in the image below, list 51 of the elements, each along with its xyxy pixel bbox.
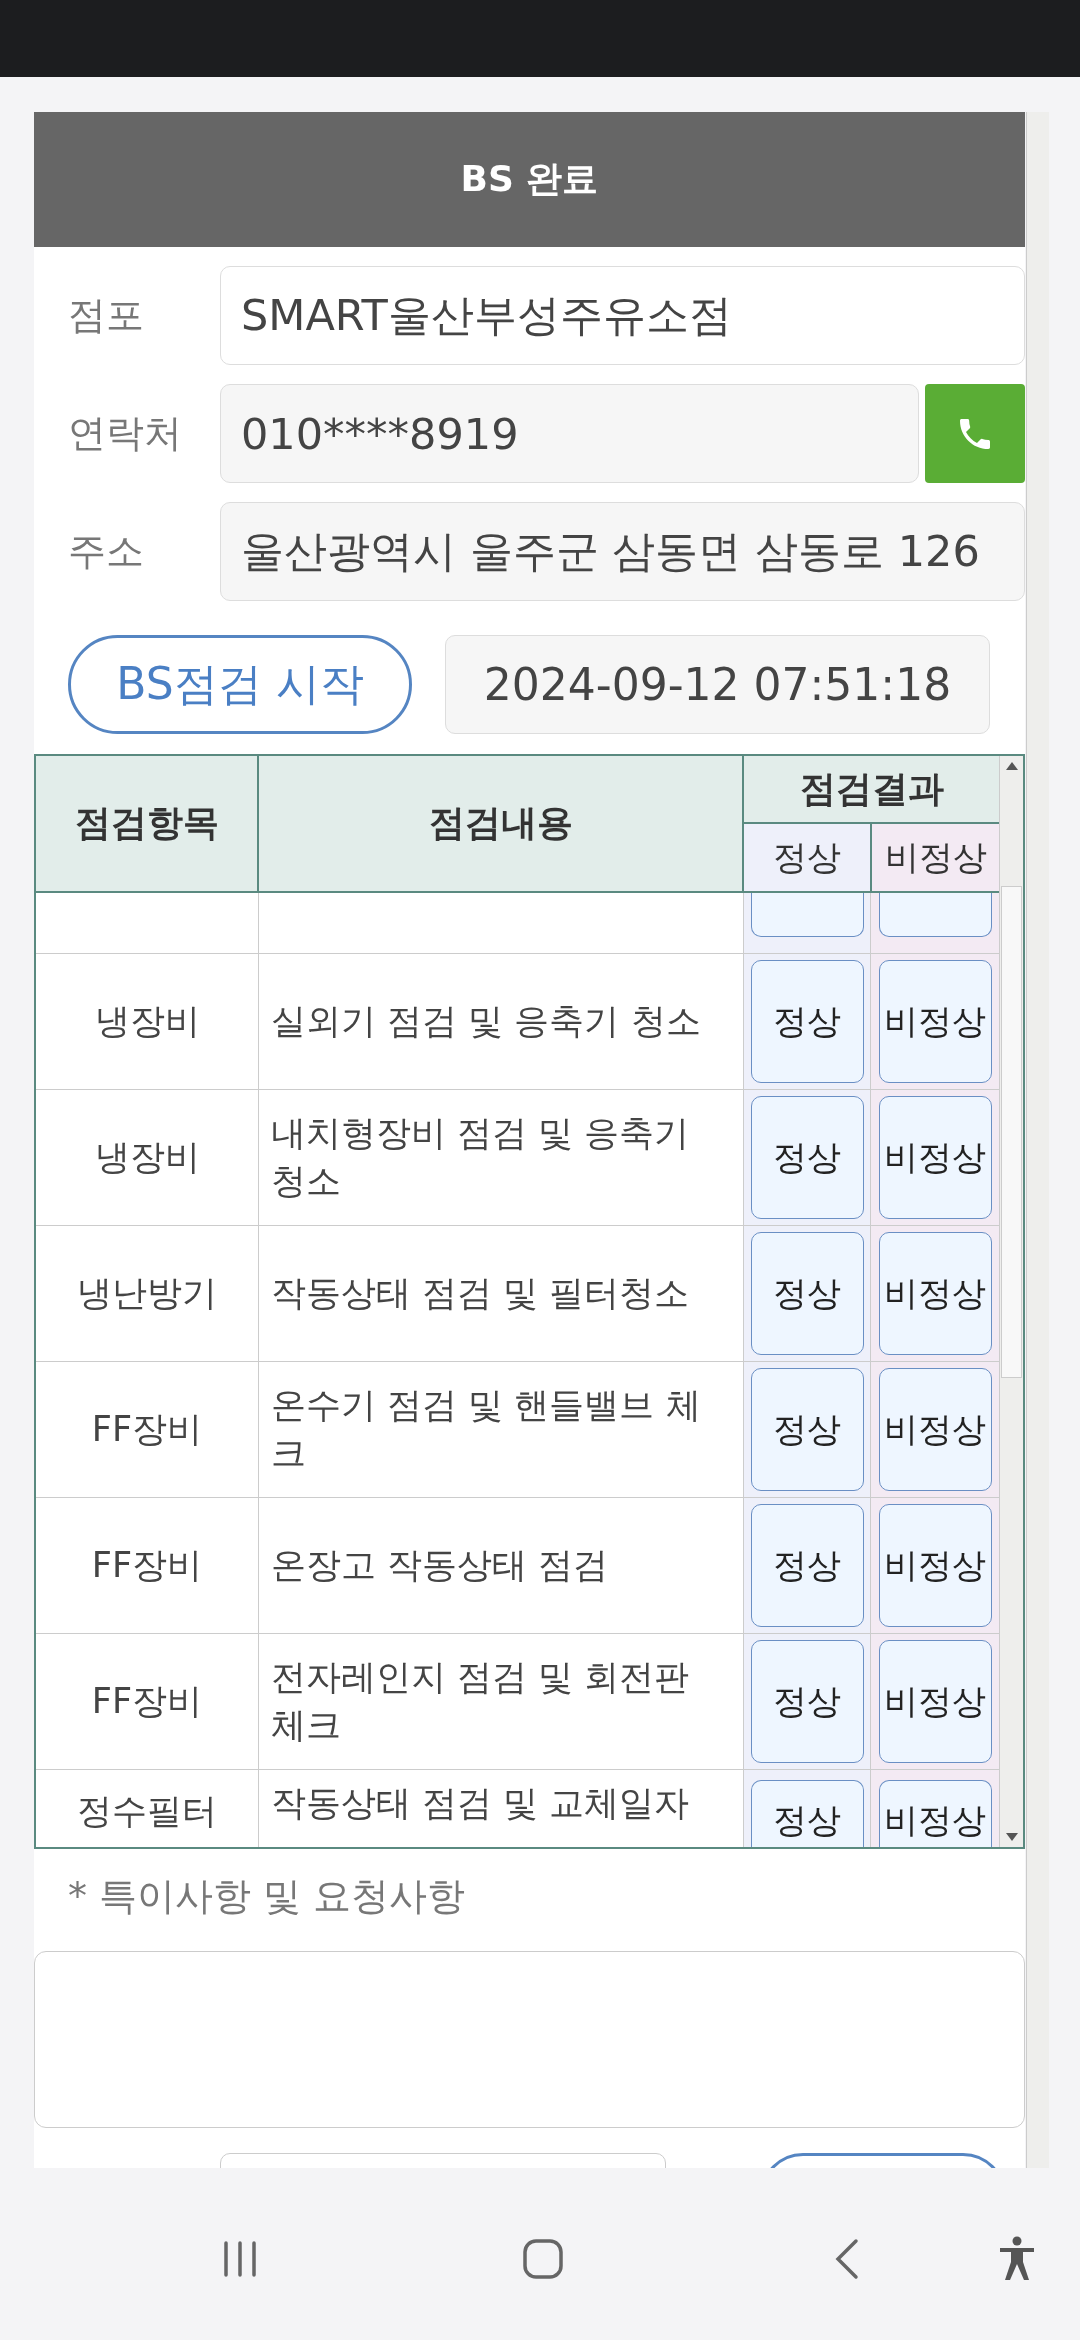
column-header: 정상 [744, 824, 872, 891]
table-cell-text: FF장비 [91, 1679, 203, 1723]
table-cell-text: 정수필터 [77, 1790, 217, 1833]
notes-label: * 특이사항 및 요청사항 [68, 1873, 467, 1920]
abnormal-button[interactable]: 비정상 [878, 1368, 992, 1491]
table-cell-text: 작동상태 점검 및 필터청소 [271, 1271, 690, 1315]
normal-button[interactable]: 정상 [750, 1232, 864, 1355]
table-cell-text: 냉장비 [94, 999, 200, 1043]
start-button[interactable]: BS점검 시작 [68, 634, 412, 734]
table-cell-text: FF장비 [91, 1543, 203, 1587]
normal-button[interactable]: 정상 [750, 1504, 864, 1627]
scroll-down-icon[interactable] [1004, 1832, 1019, 1842]
scroll-up-icon[interactable] [1004, 761, 1019, 771]
text-field[interactable]: SMART울산부성주유소점 [220, 266, 1025, 365]
table-cell-text: 온장고 작동상태 점검 [271, 1543, 609, 1587]
table-cell-text: 실외기 점검 및 응축기 청소 [271, 999, 701, 1043]
normal-button[interactable]: 정상 [750, 1640, 864, 1763]
abnormal-button[interactable]: 비정상 [878, 1640, 992, 1763]
normal-button[interactable]: 정상 [750, 1368, 864, 1491]
table-cell-text: 온수기 점검 및 핸들밸브 체크 [271, 1384, 702, 1475]
table-cell-text: 전자레인지 점검 및 회전판 체크 [271, 1656, 691, 1747]
table-cell-text: FF장비 [91, 1407, 203, 1451]
call-button[interactable] [925, 384, 1025, 483]
phone-field[interactable]: 010****8919 [220, 384, 919, 483]
field-label: 연락처 [67, 410, 183, 457]
text-field[interactable]: 울산광역시 울주군 삼동면 삼동로 126 [220, 502, 1025, 601]
abnormal-button[interactable]: 비정상 [878, 960, 992, 1083]
scrollbar[interactable] [1026, 112, 1049, 2168]
normal-button[interactable]: 정상 [750, 1780, 864, 1847]
normal-button[interactable]: 정상 [750, 1096, 864, 1219]
abnormal-button[interactable]: 비정상 [878, 1504, 992, 1627]
home-icon[interactable] [522, 2238, 564, 2280]
abnormal-button[interactable]: 비정상 [878, 1780, 992, 1847]
field-label: 점포 [67, 292, 145, 339]
table-cell-text: 냉난방기 [77, 1271, 217, 1315]
abnormal-button[interactable]: 비정상 [878, 1232, 992, 1355]
result-button[interactable] [878, 893, 992, 937]
column-header: 비정상 [872, 824, 999, 891]
result-button[interactable] [750, 893, 864, 937]
field-label: 주소 [67, 528, 145, 575]
notes-field[interactable] [34, 1951, 1025, 2128]
table-cell-text: 내치형장비 점검 및 응축기 청소 [271, 1112, 691, 1203]
table-cell-text: 작동상태 점검 및 교체일자 [271, 1782, 690, 1825]
accessibility-icon[interactable] [997, 2236, 1037, 2282]
start-time-field: 2024-09-12 07:51:18 [445, 634, 990, 734]
table-cell-text: 냉장비 [94, 1135, 200, 1179]
scrollbar[interactable] [999, 756, 1023, 1847]
dialog-title: BS 완료 [34, 112, 1025, 247]
normal-button[interactable]: 정상 [750, 960, 864, 1083]
column-header: 점검항목 [36, 756, 259, 891]
abnormal-button[interactable]: 비정상 [878, 1096, 992, 1219]
